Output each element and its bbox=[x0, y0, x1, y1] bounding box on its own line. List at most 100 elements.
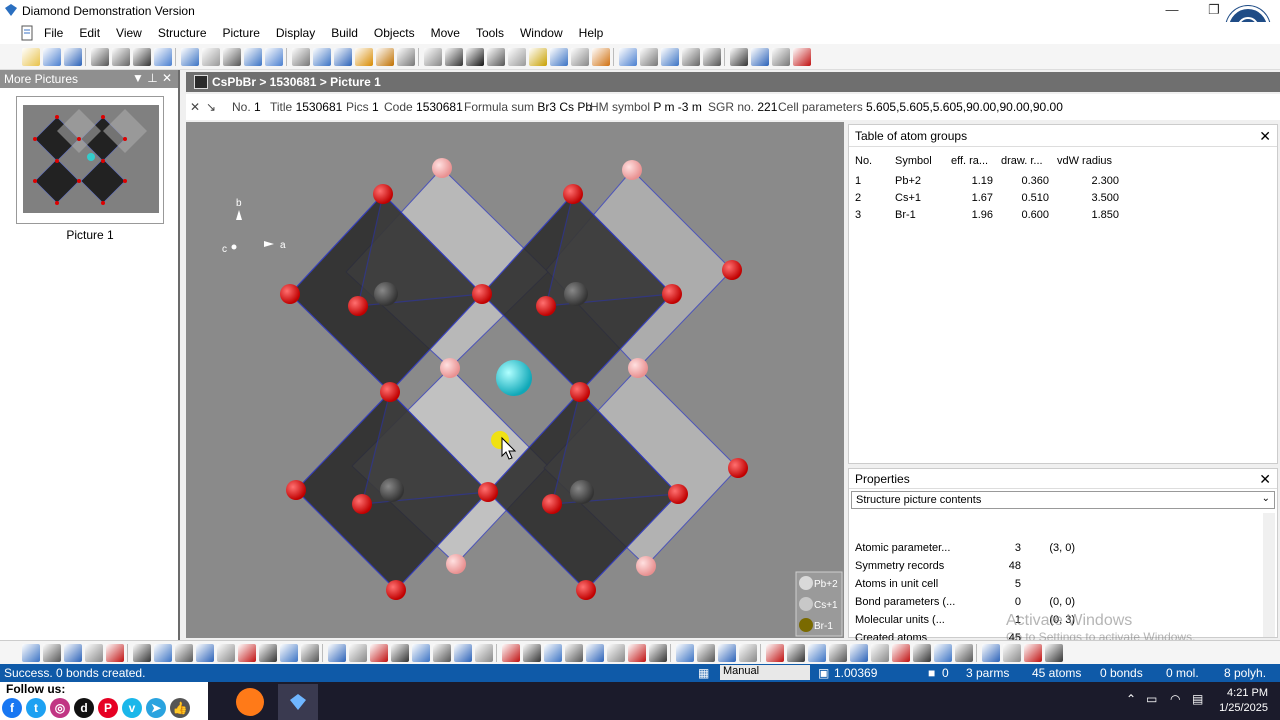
toolbar-button-icon[interactable] bbox=[454, 644, 472, 662]
telegram-icon[interactable]: ➤ bbox=[146, 698, 166, 718]
document-tab[interactable]: CsPbBr > 1530681 > Picture 1 bbox=[186, 72, 1280, 92]
toolbar-button-icon[interactable] bbox=[649, 644, 667, 662]
toolbar-button-icon[interactable] bbox=[640, 48, 658, 66]
toolbar-button-icon[interactable] bbox=[349, 644, 367, 662]
toolbar-button-icon[interactable] bbox=[43, 644, 61, 662]
dailymotion-icon[interactable]: d bbox=[74, 698, 94, 718]
toolbar-button-icon[interactable] bbox=[934, 644, 952, 662]
minimize-button[interactable]: — bbox=[1150, 0, 1194, 22]
toolbar-button-icon[interactable] bbox=[982, 644, 1000, 662]
document-icon[interactable] bbox=[20, 25, 36, 41]
tray-chevron-up-icon[interactable]: ⌃ bbox=[1126, 692, 1136, 706]
atom-groups-column-header[interactable]: eff. ra... bbox=[949, 153, 999, 173]
toolbar-button-icon[interactable] bbox=[718, 644, 736, 662]
toolbar-button-icon[interactable] bbox=[628, 644, 646, 662]
toolbar-button-icon[interactable] bbox=[829, 644, 847, 662]
toolbar-button-icon[interactable] bbox=[787, 644, 805, 662]
menu-item-file[interactable]: File bbox=[44, 26, 63, 40]
toolbar-button-icon[interactable] bbox=[328, 644, 346, 662]
toolbar-button-icon[interactable] bbox=[217, 644, 235, 662]
menu-item-picture[interactable]: Picture bbox=[223, 26, 260, 40]
property-row[interactable]: Atoms in unit cell 5 bbox=[853, 575, 1079, 593]
toolbar-button-icon[interactable] bbox=[529, 48, 547, 66]
toolbar-button-icon[interactable] bbox=[487, 48, 505, 66]
toolbar-button-icon[interactable] bbox=[793, 48, 811, 66]
toolbar-button-icon[interactable] bbox=[751, 48, 769, 66]
atom-groups-column-header[interactable]: Symbol bbox=[893, 153, 949, 173]
toolbar-button-icon[interactable] bbox=[412, 644, 430, 662]
menu-item-help[interactable]: Help bbox=[579, 26, 604, 40]
toolbar-button-icon[interactable] bbox=[607, 644, 625, 662]
close-icon[interactable]: ✕ bbox=[190, 100, 200, 114]
toolbar-button-icon[interactable] bbox=[280, 644, 298, 662]
toolbar-button-icon[interactable] bbox=[64, 48, 82, 66]
vimeo-icon[interactable]: v bbox=[122, 698, 142, 718]
toolbar-button-icon[interactable] bbox=[64, 644, 82, 662]
toolbar-button-icon[interactable] bbox=[850, 644, 868, 662]
toolbar-button-icon[interactable] bbox=[550, 48, 568, 66]
menu-item-move[interactable]: Move bbox=[431, 26, 460, 40]
table-row[interactable]: 2 Cs+1 1.67 0.510 3.500 bbox=[853, 190, 1125, 207]
toolbar-button-icon[interactable] bbox=[259, 644, 277, 662]
mode-field[interactable]: Manual bbox=[720, 665, 810, 680]
toolbar-button-icon[interactable] bbox=[223, 48, 241, 66]
toolbar-button-icon[interactable] bbox=[682, 48, 700, 66]
menu-item-structure[interactable]: Structure bbox=[158, 26, 207, 40]
toolbar-button-icon[interactable] bbox=[334, 48, 352, 66]
close-icon[interactable]: ✕ bbox=[162, 71, 172, 85]
close-icon[interactable]: ✕ bbox=[1259, 471, 1271, 488]
system-clock[interactable]: 4:21 PM 1/25/2025 bbox=[1219, 686, 1268, 716]
toolbar-button-icon[interactable] bbox=[772, 48, 790, 66]
arrow-icon[interactable]: ↘ bbox=[206, 100, 216, 114]
properties-scrollbar[interactable] bbox=[1263, 513, 1275, 637]
toolbar-button-icon[interactable] bbox=[154, 48, 172, 66]
toolbar-button-icon[interactable] bbox=[586, 644, 604, 662]
toolbar-button-icon[interactable] bbox=[424, 48, 442, 66]
pinterest-icon[interactable]: P bbox=[98, 698, 118, 718]
menu-item-display[interactable]: Display bbox=[276, 26, 315, 40]
toolbar-button-icon[interactable] bbox=[265, 48, 283, 66]
toolbar-button-icon[interactable] bbox=[91, 48, 109, 66]
toolbar-button-icon[interactable] bbox=[871, 644, 889, 662]
toolbar-button-icon[interactable] bbox=[703, 48, 721, 66]
toolbar-button-icon[interactable] bbox=[181, 48, 199, 66]
toolbar-button-icon[interactable] bbox=[697, 644, 715, 662]
toolbar-button-icon[interactable] bbox=[508, 48, 526, 66]
toolbar-button-icon[interactable] bbox=[196, 644, 214, 662]
twitter-icon[interactable]: t bbox=[26, 698, 46, 718]
toolbar-button-icon[interactable] bbox=[544, 644, 562, 662]
menu-item-window[interactable]: Window bbox=[520, 26, 563, 40]
menu-item-tools[interactable]: Tools bbox=[476, 26, 504, 40]
toolbar-button-icon[interactable] bbox=[133, 48, 151, 66]
atom-groups-column-header[interactable]: vdW radius bbox=[1055, 153, 1125, 173]
toolbar-button-icon[interactable] bbox=[133, 644, 151, 662]
notification-icon[interactable]: ▤ bbox=[1192, 692, 1203, 706]
taskbar-diamond-app[interactable] bbox=[278, 684, 318, 720]
toolbar-button-icon[interactable] bbox=[475, 644, 493, 662]
atom-groups-column-header[interactable]: draw. r... bbox=[999, 153, 1055, 173]
menu-item-build[interactable]: Build bbox=[331, 26, 358, 40]
close-icon[interactable]: ✕ bbox=[1259, 128, 1271, 145]
toolbar-button-icon[interactable] bbox=[397, 48, 415, 66]
like-icon[interactable]: 👍 bbox=[170, 698, 190, 718]
menu-item-view[interactable]: View bbox=[116, 26, 142, 40]
menu-item-edit[interactable]: Edit bbox=[79, 26, 100, 40]
toolbar-button-icon[interactable] bbox=[592, 48, 610, 66]
toolbar-button-icon[interactable] bbox=[22, 644, 40, 662]
toolbar-button-icon[interactable] bbox=[22, 48, 40, 66]
toolbar-button-icon[interactable] bbox=[466, 48, 484, 66]
picture-thumbnail[interactable] bbox=[16, 96, 164, 224]
toolbar-button-icon[interactable] bbox=[502, 644, 520, 662]
toolbar-button-icon[interactable] bbox=[85, 644, 103, 662]
toolbar-button-icon[interactable] bbox=[766, 644, 784, 662]
structure-viewport[interactable]: b a c Pb+2 Cs+1 Br-1 bbox=[186, 122, 844, 638]
table-row[interactable]: 3 Br-1 1.96 0.600 1.850 bbox=[853, 207, 1125, 224]
firefox-icon[interactable] bbox=[236, 688, 264, 716]
toolbar-button-icon[interactable] bbox=[106, 644, 124, 662]
toolbar-button-icon[interactable] bbox=[571, 48, 589, 66]
atom-groups-column-header[interactable]: No. bbox=[853, 153, 893, 173]
toolbar-button-icon[interactable] bbox=[175, 644, 193, 662]
toolbar-button-icon[interactable] bbox=[1003, 644, 1021, 662]
toolbar-button-icon[interactable] bbox=[565, 644, 583, 662]
network-icon[interactable]: ▭ bbox=[1146, 692, 1157, 706]
